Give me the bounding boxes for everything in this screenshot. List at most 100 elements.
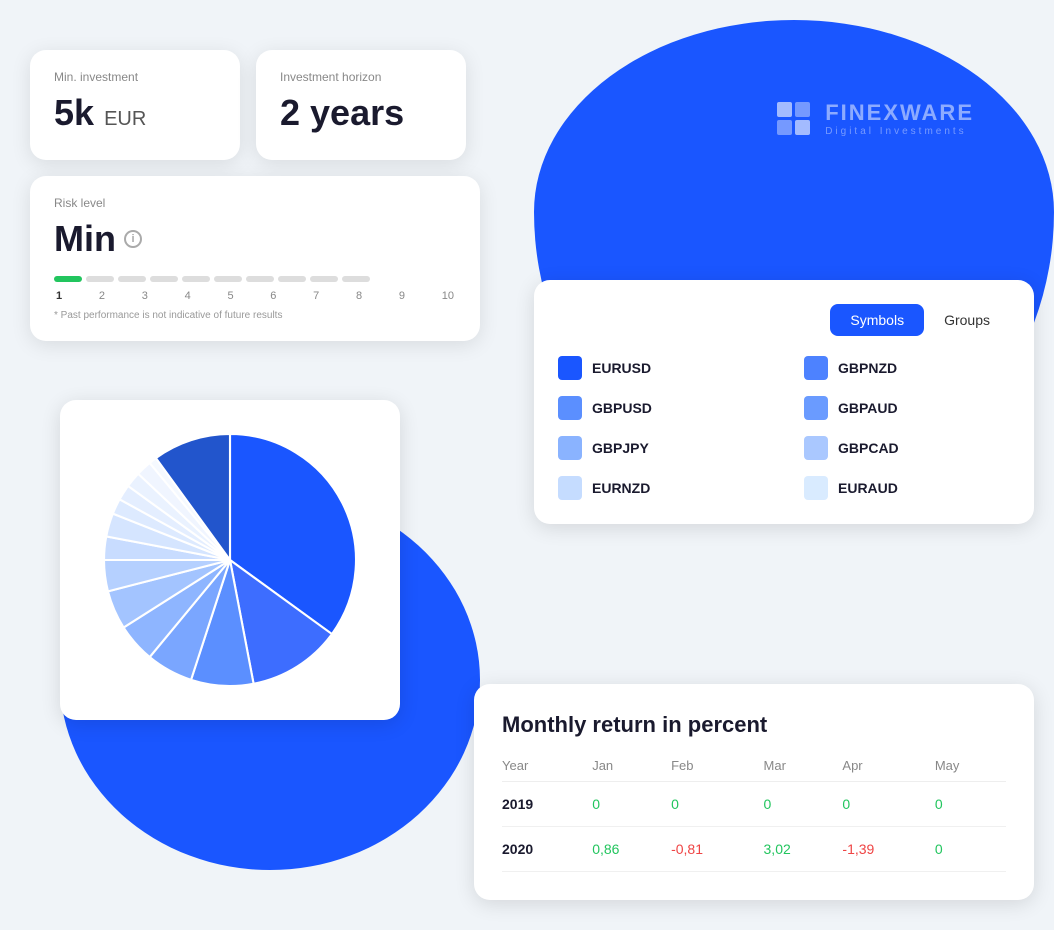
value-cell: 3,02 bbox=[764, 827, 843, 872]
investment-value: 5k EUR bbox=[54, 92, 216, 134]
tab-symbols[interactable]: Symbols bbox=[830, 304, 924, 336]
value-cell: 0 bbox=[671, 782, 763, 827]
monthly-return-card: Monthly return in percent Year Jan Feb M… bbox=[474, 684, 1034, 900]
pie-chart-card bbox=[60, 400, 400, 720]
pie-chart-svg bbox=[90, 420, 370, 700]
symbol-eurnzd: EURNZD bbox=[558, 476, 764, 500]
value-cell: -0,81 bbox=[671, 827, 763, 872]
table-row: 20200,86-0,813,02-1,390 bbox=[502, 827, 1006, 872]
col-may: May bbox=[935, 758, 1006, 782]
scale-label-8: 8 bbox=[356, 290, 362, 302]
scale-dot-9 bbox=[310, 276, 338, 282]
value-cell: 0 bbox=[842, 782, 934, 827]
symbol-gbpaud: GBPAUD bbox=[804, 396, 1010, 420]
symbol-name-eurnzd: EURNZD bbox=[592, 480, 650, 496]
table-header-row: Year Jan Feb Mar Apr May bbox=[502, 758, 1006, 782]
scale-label-5: 5 bbox=[227, 290, 233, 302]
symbol-euraud: EURAUD bbox=[804, 476, 1010, 500]
value-cell: 0 bbox=[592, 782, 671, 827]
disclaimer: * Past performance is not indicative of … bbox=[54, 310, 456, 321]
horizon-label: Investment horizon bbox=[280, 70, 442, 84]
top-cards: Min. investment 5k EUR Investment horizo… bbox=[30, 50, 480, 341]
symbol-name-gbpusd: GBPUSD bbox=[592, 400, 652, 416]
symbol-color-gbpnzd bbox=[804, 356, 828, 380]
monthly-table: Year Jan Feb Mar Apr May 20190000020200,… bbox=[502, 758, 1006, 872]
info-icon[interactable]: i bbox=[124, 230, 142, 248]
scale-dot-1 bbox=[54, 276, 82, 282]
risk-value: Min bbox=[54, 218, 116, 260]
scale-dot-3 bbox=[118, 276, 146, 282]
logo-square-1 bbox=[777, 102, 792, 117]
logo-square-3 bbox=[777, 120, 792, 135]
scale-label-3: 3 bbox=[142, 290, 148, 302]
horizon-value: 2 years bbox=[280, 92, 442, 134]
logo-icon bbox=[777, 102, 813, 135]
symbols-card: Symbols Groups EURUSD GBPNZD GBPUSD GBPA… bbox=[534, 280, 1034, 524]
scale-label-4: 4 bbox=[185, 290, 191, 302]
symbol-gbpusd: GBPUSD bbox=[558, 396, 764, 420]
scale-labels: 1 2 3 4 5 6 7 8 9 10 bbox=[54, 290, 456, 302]
scale-dot-5 bbox=[182, 276, 210, 282]
symbol-name-gbpnzd: GBPNZD bbox=[838, 360, 897, 376]
year-cell: 2019 bbox=[502, 782, 592, 827]
col-feb: Feb bbox=[671, 758, 763, 782]
scale-dot-10 bbox=[342, 276, 370, 282]
scale-dot-4 bbox=[150, 276, 178, 282]
year-cell: 2020 bbox=[502, 827, 592, 872]
tab-groups[interactable]: Groups bbox=[924, 304, 1010, 336]
logo-text: FINEXWARE Digital Investments bbox=[825, 100, 974, 137]
investment-label: Min. investment bbox=[54, 70, 216, 84]
card-row-1: Min. investment 5k EUR Investment horizo… bbox=[30, 50, 480, 160]
logo-subtitle: Digital Investments bbox=[825, 126, 974, 137]
value-cell: 0 bbox=[764, 782, 843, 827]
risk-label: Risk level bbox=[54, 196, 456, 210]
symbol-color-gbpusd bbox=[558, 396, 582, 420]
risk-scale bbox=[54, 276, 456, 282]
risk-card: Risk level Min i 1 2 3 4 5 6 7 8 9 bbox=[30, 176, 480, 341]
investment-card: Min. investment 5k EUR bbox=[30, 50, 240, 160]
col-year: Year bbox=[502, 758, 592, 782]
scale-label-9: 9 bbox=[399, 290, 405, 302]
col-mar: Mar bbox=[764, 758, 843, 782]
risk-title: Min i bbox=[54, 218, 456, 260]
symbol-color-gbpjpy bbox=[558, 436, 582, 460]
symbol-gbpnzd: GBPNZD bbox=[804, 356, 1010, 380]
value-cell: -1,39 bbox=[842, 827, 934, 872]
table-row: 201900000 bbox=[502, 782, 1006, 827]
scale-dot-8 bbox=[278, 276, 306, 282]
scale-label-7: 7 bbox=[313, 290, 319, 302]
symbols-grid: EURUSD GBPNZD GBPUSD GBPAUD GBPJPY GBPCA… bbox=[558, 356, 1010, 500]
symbol-color-gbpaud bbox=[804, 396, 828, 420]
value-cell: 0 bbox=[935, 827, 1006, 872]
symbol-gbpcad: GBPCAD bbox=[804, 436, 1010, 460]
scale-label-1: 1 bbox=[56, 290, 62, 302]
logo-square-2 bbox=[795, 102, 810, 117]
scale-label-6: 6 bbox=[270, 290, 276, 302]
logo-square-4 bbox=[795, 120, 810, 135]
symbol-color-eurnzd bbox=[558, 476, 582, 500]
investment-amount: 5k bbox=[54, 92, 94, 133]
symbol-gbpjpy: GBPJPY bbox=[558, 436, 764, 460]
symbol-name-euraud: EURAUD bbox=[838, 480, 898, 496]
symbol-color-gbpcad bbox=[804, 436, 828, 460]
scale-dot-7 bbox=[246, 276, 274, 282]
col-jan: Jan bbox=[592, 758, 671, 782]
value-cell: 0,86 bbox=[592, 827, 671, 872]
symbol-eurusd: EURUSD bbox=[558, 356, 764, 380]
scale-dot-2 bbox=[86, 276, 114, 282]
value-cell: 0 bbox=[935, 782, 1006, 827]
logo-area: FINEXWARE Digital Investments bbox=[777, 100, 974, 137]
logo-name: FINEXWARE bbox=[825, 100, 974, 126]
scale-dot-6 bbox=[214, 276, 242, 282]
symbol-color-euraud bbox=[804, 476, 828, 500]
col-apr: Apr bbox=[842, 758, 934, 782]
symbols-tabs: Symbols Groups bbox=[558, 304, 1010, 336]
symbol-name-gbpcad: GBPCAD bbox=[838, 440, 899, 456]
scale-label-10: 10 bbox=[442, 290, 454, 302]
symbol-name-gbpaud: GBPAUD bbox=[838, 400, 898, 416]
scale-label-2: 2 bbox=[99, 290, 105, 302]
monthly-table-body: 20190000020200,86-0,813,02-1,390 bbox=[502, 782, 1006, 872]
symbol-color-eurusd bbox=[558, 356, 582, 380]
investment-unit: EUR bbox=[104, 108, 146, 130]
monthly-return-title: Monthly return in percent bbox=[502, 712, 1006, 738]
